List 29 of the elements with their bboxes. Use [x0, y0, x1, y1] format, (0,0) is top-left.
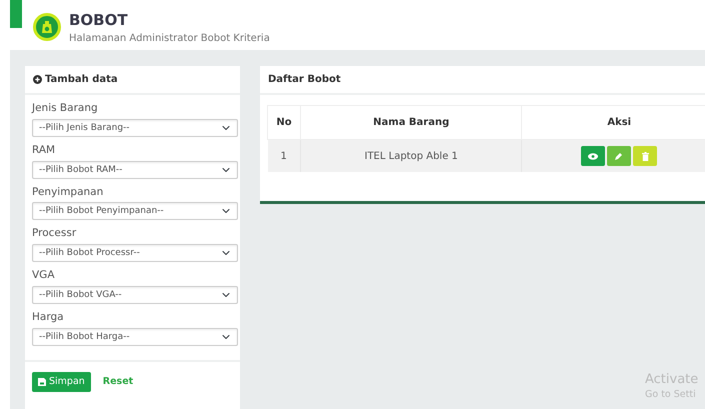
select-field[interactable]: --Pilih Bobot Harga--: [32, 328, 238, 346]
card-title: Tambah data: [45, 73, 118, 87]
select-field[interactable]: --Pilih Jenis Barang--: [32, 118, 238, 137]
field-label: Penyimpanan: [32, 184, 104, 200]
field-label: Jenis Barang: [32, 101, 99, 116]
plus-circle-icon: [33, 75, 42, 84]
edit-button[interactable]: [607, 146, 632, 166]
select-field[interactable]: --Pilih Bobot VGA--: [32, 286, 238, 304]
select-field[interactable]: --Pilih Bobot RAM--: [32, 160, 238, 178]
column-header: Nama Barang: [300, 106, 522, 140]
card-title: Daftar Bobot: [260, 66, 705, 95]
table-cell: 1: [268, 140, 300, 172]
eye-icon: [588, 152, 598, 160]
field-label: VGA: [32, 268, 56, 283]
field-label: RAM: [32, 142, 56, 158]
field-label: Harga: [32, 310, 65, 325]
view-button[interactable]: [581, 146, 606, 166]
table-cell: ITEL Laptop Able 1: [300, 140, 522, 172]
scale-logo-icon: [33, 13, 61, 41]
delete-button[interactable]: [633, 146, 658, 166]
page-title: BOBOT: [69, 13, 129, 28]
select-field[interactable]: --Pilih Bobot Processr--: [32, 244, 238, 262]
select-field[interactable]: --Pilih Bobot Penyimpanan--: [32, 202, 238, 220]
accent-bar: [10, 0, 22, 28]
trash-icon: [642, 152, 649, 160]
pencil-icon: [615, 152, 624, 160]
page-subtitle: Halamanan Administrator Bobot Kriteria: [69, 32, 270, 46]
column-header: No: [268, 106, 300, 140]
field-label: Processr: [32, 226, 78, 242]
